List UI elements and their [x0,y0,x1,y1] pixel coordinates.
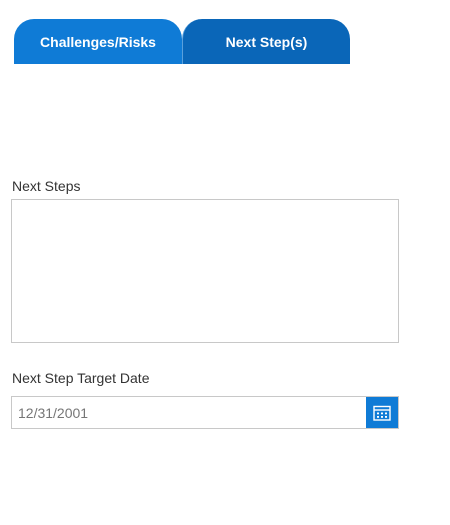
next-steps-label: Next Steps [12,178,81,194]
page: Challenges/Risks Next Step(s) Next Steps… [0,0,450,525]
calendar-button[interactable] [366,397,398,428]
next-steps-textarea[interactable] [11,199,399,343]
calendar-icon [373,405,391,421]
target-date-input[interactable] [12,397,366,428]
target-date-label: Next Step Target Date [12,370,150,386]
tab-next-steps-label: Next Step(s) [225,33,308,50]
target-date-field [11,396,399,429]
tab-challenges-risks-label: Challenges/Risks [40,33,156,50]
tab-challenges-risks[interactable]: Challenges/Risks [14,19,182,64]
tab-next-steps[interactable]: Next Step(s) [182,19,350,64]
